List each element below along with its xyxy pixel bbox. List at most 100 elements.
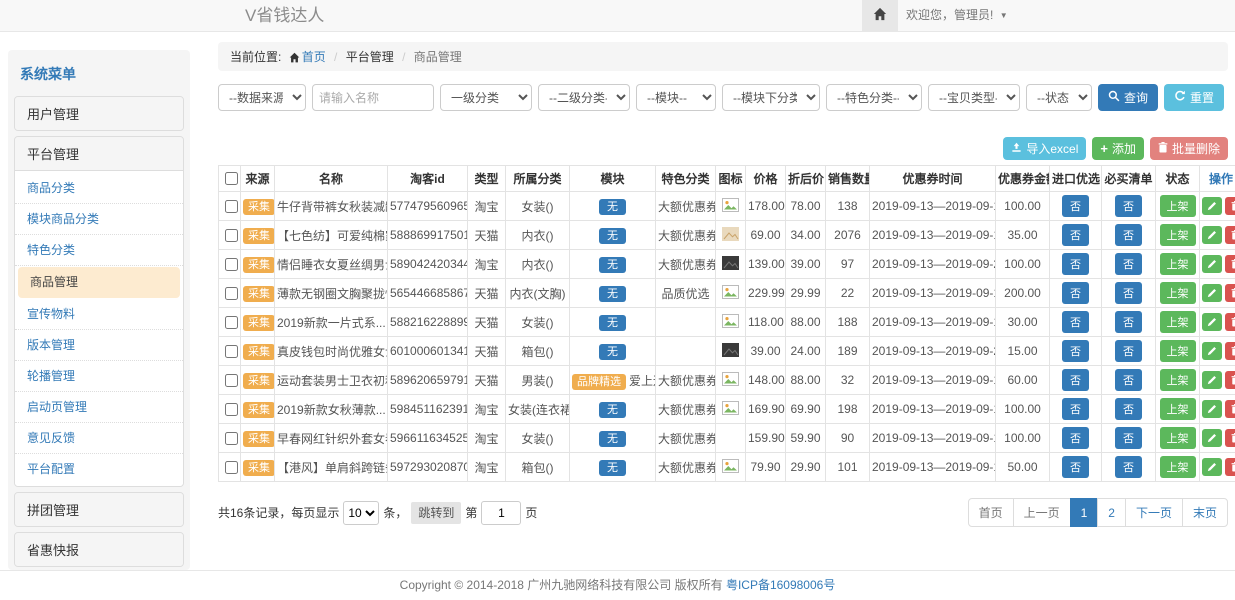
sidebar-item-商品分类[interactable]: 商品分类 (15, 173, 183, 204)
must-buy-toggle[interactable]: 否 (1115, 311, 1142, 333)
user-menu[interactable]: 欢迎您，管理员! ▼ (906, 0, 1008, 31)
status-toggle[interactable]: 上架 (1160, 311, 1196, 333)
sidebar-group-用户管理[interactable]: 用户管理 (15, 97, 183, 130)
status-toggle[interactable]: 上架 (1160, 195, 1196, 217)
import-select-toggle[interactable]: 否 (1062, 253, 1089, 275)
edit-button[interactable] (1202, 197, 1222, 215)
edit-button[interactable] (1202, 313, 1222, 331)
must-buy-toggle[interactable]: 否 (1115, 253, 1142, 275)
delete-button[interactable] (1225, 197, 1235, 215)
name-search-input[interactable] (312, 84, 434, 111)
delete-button[interactable] (1225, 313, 1235, 331)
row-checkbox[interactable] (225, 229, 238, 242)
delete-button[interactable] (1225, 371, 1235, 389)
status-toggle[interactable]: 上架 (1160, 224, 1196, 246)
row-checkbox[interactable] (225, 345, 238, 358)
add-button[interactable]: + 添加 (1092, 137, 1144, 160)
status-toggle[interactable]: 上架 (1160, 340, 1196, 362)
select-all-checkbox[interactable] (225, 172, 238, 185)
import-select-toggle[interactable]: 否 (1062, 195, 1089, 217)
edit-button[interactable] (1202, 371, 1222, 389)
row-checkbox[interactable] (225, 258, 238, 271)
status-toggle[interactable]: 上架 (1160, 253, 1196, 275)
status-toggle[interactable]: 上架 (1160, 282, 1196, 304)
reset-button[interactable]: 重置 (1164, 84, 1224, 111)
filter-feature-select[interactable]: --特色分类-- (826, 84, 922, 111)
must-buy-toggle[interactable]: 否 (1115, 398, 1142, 420)
import-select-toggle[interactable]: 否 (1062, 456, 1089, 478)
sidebar-group-省惠快报[interactable]: 省惠快报 (15, 533, 183, 566)
status-toggle[interactable]: 上架 (1160, 427, 1196, 449)
import-select-toggle[interactable]: 否 (1062, 282, 1089, 304)
edit-button[interactable] (1202, 342, 1222, 360)
pager-末页[interactable]: 末页 (1182, 498, 1228, 527)
import-excel-button[interactable]: 导入excel (1003, 137, 1086, 160)
status-toggle[interactable]: 上架 (1160, 456, 1196, 478)
filter-module-select[interactable]: --模块-- (636, 84, 716, 111)
filter-level1-select[interactable]: 一级分类 (440, 84, 532, 111)
sidebar-item-启动页管理[interactable]: 启动页管理 (15, 392, 183, 423)
import-select-toggle[interactable]: 否 (1062, 369, 1089, 391)
jump-button[interactable]: 跳转到 (411, 502, 461, 524)
delete-button[interactable] (1225, 429, 1235, 447)
edit-button[interactable] (1202, 226, 1222, 244)
row-checkbox[interactable] (225, 374, 238, 387)
must-buy-toggle[interactable]: 否 (1115, 282, 1142, 304)
must-buy-toggle[interactable]: 否 (1115, 427, 1142, 449)
sidebar-item-商品管理[interactable]: 商品管理 (18, 267, 180, 298)
batch-delete-button[interactable]: 批量删除 (1150, 137, 1228, 160)
import-select-toggle[interactable]: 否 (1062, 427, 1089, 449)
sidebar-group-平台管理[interactable]: 平台管理 (15, 137, 183, 170)
pager-首页[interactable]: 首页 (968, 498, 1014, 527)
import-select-toggle[interactable]: 否 (1062, 340, 1089, 362)
filter-module-sub-select[interactable]: --模块下分类-- (722, 84, 820, 111)
delete-button[interactable] (1225, 284, 1235, 302)
sidebar-item-意见反馈[interactable]: 意见反馈 (15, 423, 183, 454)
row-checkbox[interactable] (225, 461, 238, 474)
delete-button[interactable] (1225, 400, 1235, 418)
pager-1[interactable]: 1 (1070, 498, 1099, 527)
status-toggle[interactable]: 上架 (1160, 398, 1196, 420)
row-checkbox[interactable] (225, 316, 238, 329)
edit-button[interactable] (1202, 400, 1222, 418)
pager-2[interactable]: 2 (1097, 498, 1126, 527)
pager-下一页[interactable]: 下一页 (1125, 498, 1183, 527)
edit-button[interactable] (1202, 458, 1222, 476)
filter-data-source-select[interactable]: --数据来源-- (218, 84, 306, 111)
import-select-toggle[interactable]: 否 (1062, 398, 1089, 420)
pager-上一页[interactable]: 上一页 (1013, 498, 1071, 527)
edit-button[interactable] (1202, 284, 1222, 302)
breadcrumb-item-platform[interactable]: 平台管理 (346, 50, 394, 64)
status-toggle[interactable]: 上架 (1160, 369, 1196, 391)
breadcrumb-home-link[interactable]: 首页 (285, 50, 326, 64)
must-buy-toggle[interactable]: 否 (1115, 224, 1142, 246)
jump-page-input[interactable] (481, 501, 521, 525)
filter-level2-select[interactable]: --二级分类-- (538, 84, 630, 111)
filter-status-select[interactable]: --状态-- (1026, 84, 1092, 111)
row-checkbox[interactable] (225, 200, 238, 213)
sidebar-item-轮播管理[interactable]: 轮播管理 (15, 361, 183, 392)
delete-button[interactable] (1225, 458, 1235, 476)
edit-button[interactable] (1202, 429, 1222, 447)
row-checkbox[interactable] (225, 403, 238, 416)
delete-button[interactable] (1225, 342, 1235, 360)
search-button[interactable]: 查询 (1098, 84, 1158, 111)
row-checkbox[interactable] (225, 287, 238, 300)
import-select-toggle[interactable]: 否 (1062, 224, 1089, 246)
row-checkbox[interactable] (225, 432, 238, 445)
sidebar-item-模块商品分类[interactable]: 模块商品分类 (15, 204, 183, 235)
home-button[interactable] (862, 0, 898, 31)
sidebar-item-平台配置[interactable]: 平台配置 (15, 454, 183, 484)
delete-button[interactable] (1225, 255, 1235, 273)
delete-button[interactable] (1225, 226, 1235, 244)
must-buy-toggle[interactable]: 否 (1115, 340, 1142, 362)
must-buy-toggle[interactable]: 否 (1115, 369, 1142, 391)
sidebar-group-拼团管理[interactable]: 拼团管理 (15, 493, 183, 526)
sidebar-item-版本管理[interactable]: 版本管理 (15, 330, 183, 361)
sidebar-item-特色分类[interactable]: 特色分类 (15, 235, 183, 266)
must-buy-toggle[interactable]: 否 (1115, 195, 1142, 217)
page-size-select[interactable]: 10 (343, 501, 379, 525)
filter-item-type-select[interactable]: --宝贝类型-- (928, 84, 1020, 111)
icp-link[interactable]: 粤ICP备16098006号 (726, 578, 835, 592)
edit-button[interactable] (1202, 255, 1222, 273)
